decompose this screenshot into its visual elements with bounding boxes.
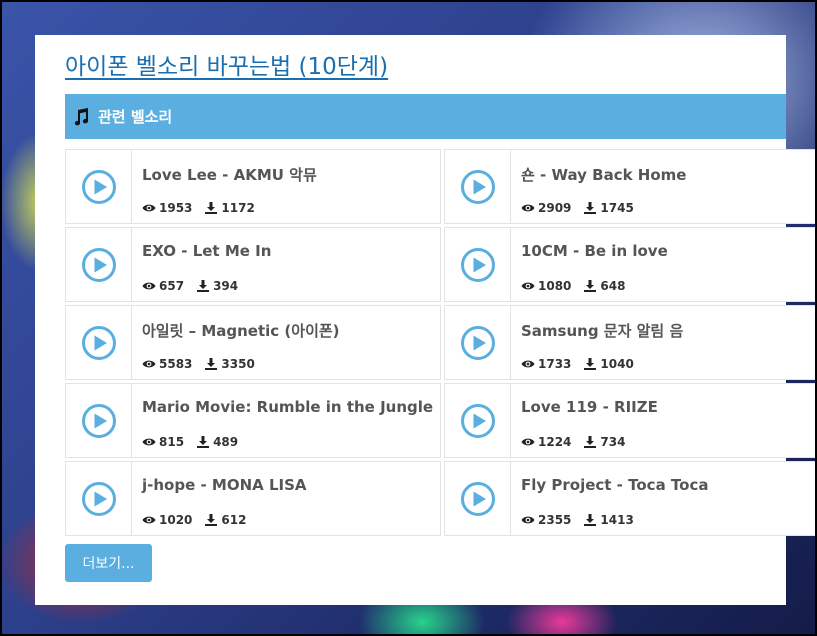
ringtone-title[interactable]: Samsung 문자 알림 음 [521,320,683,341]
download-count: 648 [600,279,626,293]
eye-icon [142,516,156,524]
ringtone-tile[interactable]: Love 119 - RIIZE 1224 734 [444,383,815,458]
view-count: 657 [159,279,185,293]
download-icon [584,514,597,526]
view-count: 2909 [538,201,572,215]
download-icon [205,202,218,214]
ringtone-tile[interactable]: 10CM - Be in love 1080 648 [444,227,815,302]
ringtone-title[interactable]: Love Lee - AKMU 악뮤 [142,164,317,185]
play-icon [460,403,495,438]
download-icon [197,436,210,448]
ringtone-stats: 1020 612 [142,513,246,527]
ringtone-title[interactable]: EXO - Let Me In [142,242,271,260]
ringtone-tile[interactable]: Samsung 문자 알림 음 1733 1040 [444,305,815,380]
view-count: 1953 [159,201,193,215]
ringtone-tile[interactable]: j-hope - MONA LISA 1020 612 [65,461,441,536]
eye-icon [142,282,156,290]
ringtone-stats: 815 489 [142,435,238,449]
ringtone-title[interactable]: 숀 - Way Back Home [521,164,686,185]
download-icon [584,202,597,214]
ringtone-stats: 1953 1172 [142,201,255,215]
play-icon [81,403,116,438]
download-icon [584,280,597,292]
eye-icon [521,438,535,446]
ringtone-tile[interactable]: 숀 - Way Back Home 2909 1745 [444,149,815,224]
play-button[interactable] [66,462,132,535]
ringtone-tile[interactable]: Fly Project - Toca Toca 2355 1413 [444,461,815,536]
ringtone-stats: 2355 1413 [521,513,634,527]
play-icon [460,169,495,204]
eye-icon [142,204,156,212]
eye-icon [142,438,156,446]
download-icon [584,436,597,448]
play-button[interactable] [445,228,511,301]
ringtone-stats: 1733 1040 [521,357,634,371]
ringtone-tile[interactable]: Love Lee - AKMU 악뮤 1953 1172 [65,149,441,224]
play-button[interactable] [66,228,132,301]
download-icon [205,514,218,526]
eye-icon [521,282,535,290]
view-count: 1080 [538,279,572,293]
ringtone-stats: 5583 3350 [142,357,255,371]
ringtone-title[interactable]: 10CM - Be in love [521,242,668,260]
download-count: 612 [221,513,247,527]
download-icon [584,358,597,370]
ringtone-stats: 1080 648 [521,279,625,293]
section-title: 관련 벨소리 [98,108,173,126]
ringtone-title[interactable]: Fly Project - Toca Toca [521,476,708,494]
download-count: 1172 [221,201,255,215]
play-button[interactable] [445,306,511,379]
ringtone-tile[interactable]: Mario Movie: Rumble in the Jungle 815 489 [65,383,441,458]
download-icon [197,280,210,292]
music-note-icon [74,107,89,125]
download-count: 394 [213,279,239,293]
play-icon [460,247,495,282]
eye-icon [521,516,535,524]
ringtone-title[interactable]: Love 119 - RIIZE [521,398,658,416]
download-count: 1745 [600,201,634,215]
ringtone-stats: 1224 734 [521,435,625,449]
view-count: 1224 [538,435,572,449]
view-count: 1733 [538,357,572,371]
play-button[interactable] [445,150,511,223]
ringtone-title[interactable]: j-hope - MONA LISA [142,476,307,494]
page-title-link[interactable]: 아이폰 벨소리 바꾸는법 (10단계) [65,47,388,81]
ringtone-stats: 2909 1745 [521,201,634,215]
ringtone-tile[interactable]: EXO - Let Me In 657 394 [65,227,441,302]
view-count: 1020 [159,513,193,527]
play-icon [81,481,116,516]
download-icon [205,358,218,370]
background-screen: 아이폰 벨소리 바꾸는법 (10단계) 관련 벨소리 Love Lee - AK… [0,0,817,636]
ringtone-title[interactable]: 아일릿 – Magnetic (아이폰) [142,320,340,341]
eye-icon [521,360,535,368]
download-count: 489 [213,435,239,449]
play-icon [81,247,116,282]
play-icon [460,325,495,360]
play-button[interactable] [445,462,511,535]
load-more-button[interactable]: 더보기... [65,544,152,582]
download-count: 1040 [600,357,634,371]
download-count: 3350 [221,357,255,371]
play-button[interactable] [66,306,132,379]
content-card: 아이폰 벨소리 바꾸는법 (10단계) 관련 벨소리 Love Lee - AK… [35,35,815,605]
ringtone-stats: 657 394 [142,279,238,293]
play-icon [81,325,116,360]
play-button[interactable] [66,384,132,457]
ringtone-title[interactable]: Mario Movie: Rumble in the Jungle [142,398,433,416]
section-header: 관련 벨소리 [65,94,786,139]
play-button[interactable] [66,150,132,223]
eye-icon [521,204,535,212]
view-count: 2355 [538,513,572,527]
view-count: 5583 [159,357,193,371]
download-count: 734 [600,435,626,449]
play-icon [460,481,495,516]
view-count: 815 [159,435,185,449]
play-icon [81,169,116,204]
ringtone-tile[interactable]: 아일릿 – Magnetic (아이폰) 5583 3350 [65,305,441,380]
download-count: 1413 [600,513,634,527]
eye-icon [142,360,156,368]
play-button[interactable] [445,384,511,457]
